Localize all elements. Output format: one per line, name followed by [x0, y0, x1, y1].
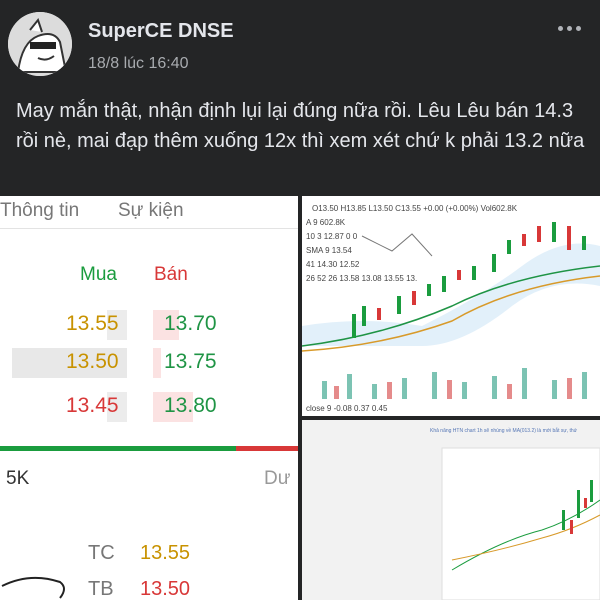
orderbook-row: 13.50 13.75 [0, 348, 298, 378]
orderbook-row: 13.45 13.80 [0, 392, 298, 422]
bid-price: 13.45 [66, 394, 119, 417]
mini-chart-graphic [441, 447, 600, 600]
tab-divider [0, 228, 298, 229]
bid-price: 13.50 [66, 350, 119, 373]
post-header: SuperCE DNSE 18/8 lúc 16:40 [0, 0, 600, 90]
tab-info: Thông tin [0, 200, 80, 221]
orderbook-row: 13.55 13.70 [0, 310, 298, 340]
tab-events: Sự kiện [118, 200, 184, 221]
ask-price: 13.75 [164, 350, 217, 373]
author-name[interactable]: SuperCE DNSE [88, 20, 234, 43]
avatar[interactable] [8, 12, 72, 76]
ask-price: 13.70 [164, 312, 217, 335]
photo-price-chart[interactable]: O13.50 H13.85 L13.50 C13.55 +0.00 (+0.00… [302, 196, 600, 416]
ask-price: 13.80 [164, 394, 217, 417]
photo-orderbook[interactable]: Thông tin Sự kiện Mua Bán 13.55 13.70 13… [0, 196, 298, 600]
bid-price: 13.55 [66, 312, 119, 335]
sell-volume-bar [153, 348, 161, 378]
macd-readout: close 9 -0.08 0.37 0.45 [306, 404, 388, 413]
sell-header: Bán [154, 264, 188, 285]
avatar-cartoon-icon [8, 12, 72, 76]
post-text: May mắn thật, nhận định lụi lại đúng nữa… [16, 100, 585, 152]
candlestick-chart-graphic [302, 222, 600, 399]
post-timestamp[interactable]: 18/8 lúc 16:40 [88, 55, 189, 73]
more-options-icon[interactable] [553, 18, 585, 38]
buy-header: Mua [80, 264, 117, 285]
photo-chart-screenshot[interactable]: Khả năng HTN chart 1h sẽ nhúng về MA(013… [302, 420, 600, 600]
